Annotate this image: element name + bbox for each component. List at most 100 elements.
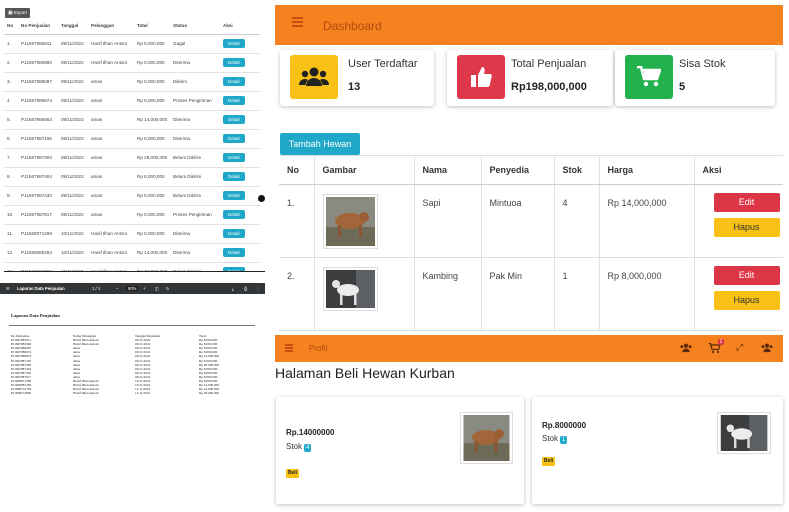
row-number: 2.: [279, 257, 314, 331]
table-cell: amas: [88, 91, 134, 111]
table-cell: 09/11/2022: [58, 186, 88, 206]
profile-header: Profil 1 ⤢: [275, 335, 783, 362]
zoom-level[interactable]: 80%: [126, 286, 139, 291]
detail-button[interactable]: Detail: [223, 115, 245, 124]
table-cell: PJ1667987195: [18, 129, 58, 149]
image-cell: [313, 257, 414, 331]
download-icon[interactable]: ⤓: [232, 286, 234, 291]
action-cell: Detail: [220, 72, 260, 92]
buy-button[interactable]: Beli: [286, 469, 300, 478]
stat-value: 13: [348, 81, 361, 93]
product-card: Rp.14000000 Stok 4 Beli: [276, 397, 524, 504]
animal-price: Rp 14,000,000: [598, 184, 694, 258]
pdf-table-row: PJ1668152800 Hanif Ilhan Antoni 11/11/2022…: [11, 391, 251, 395]
fullscreen-icon[interactable]: ⤢: [736, 342, 743, 353]
sales-table: No No Penjualan Tanggal Pelanggan Total …: [4, 18, 260, 272]
detail-button[interactable]: Detail: [223, 191, 245, 200]
users-icon[interactable]: [760, 343, 774, 353]
detail-button[interactable]: Detail: [223, 39, 245, 48]
table-cell: 09/11/2022: [58, 34, 88, 54]
action-cell: Detail: [220, 205, 260, 225]
table-cell: PJ1667986097: [18, 72, 58, 92]
table-cell: Rp 14,000,000: [134, 110, 170, 130]
edit-button[interactable]: Edit: [713, 193, 780, 212]
table-row: 8. PJ1667987404 09/11/2022 amas Rp 8,000,000…: [4, 167, 260, 187]
detail-button[interactable]: Detail: [223, 96, 245, 105]
table-cell: 10/11/2022: [58, 243, 88, 263]
detail-button[interactable]: Detail: [223, 77, 245, 86]
page-title: Profil: [309, 344, 328, 353]
table-cell: Hanif Ilhan Antoni: [88, 53, 134, 73]
table-cell: 09/11/2022: [58, 148, 88, 168]
table-cell: 2.: [4, 53, 18, 73]
more-icon[interactable]: ⋮: [256, 286, 260, 291]
stat-label: Total Penjualan: [511, 58, 587, 70]
column-header: Harga: [598, 155, 694, 185]
hamburger-menu-icon[interactable]: [285, 344, 293, 352]
hamburger-menu-icon[interactable]: [292, 17, 303, 27]
detail-button[interactable]: Detail: [223, 58, 245, 67]
column-header: Stok: [553, 155, 599, 185]
table-cell: PJ1667987404: [18, 167, 58, 187]
detail-button[interactable]: Detail: [223, 229, 245, 238]
pdf-page: Laporan Data Penjualan No Penjualan Nama…: [0, 294, 265, 512]
rotate-icon[interactable]: ↻: [166, 286, 170, 291]
table-cell: 1.: [4, 34, 18, 54]
column-header: Status: [170, 18, 220, 35]
cow-photo: [460, 412, 513, 464]
detail-button[interactable]: Detail: [223, 134, 245, 143]
table-cell: Belum Dikirim: [170, 167, 220, 187]
print-icon[interactable]: ⎙: [244, 286, 247, 291]
stat-value: Rp198,000,000: [511, 81, 587, 93]
add-animal-button[interactable]: Tambah Hewan: [280, 133, 360, 155]
table-cell: amas: [88, 72, 134, 92]
detail-button[interactable]: Detail: [223, 248, 245, 257]
column-header: No: [4, 18, 18, 35]
actions-cell: Edit Hapus: [693, 257, 783, 331]
table-cell: PJ1668152800: [11, 391, 32, 396]
table-cell: 09/11/2022: [58, 91, 88, 111]
column-header: Nama: [413, 155, 481, 185]
table-cell: Belum Dikirim: [170, 148, 220, 168]
table-cell: Rp 8,000,000: [134, 205, 170, 225]
document-icon: ▣: [8, 10, 13, 16]
animal-stock: 4: [553, 184, 599, 258]
animal-name: Sapi: [413, 184, 481, 258]
page-indicator[interactable]: 1 / 1: [92, 286, 100, 291]
zoom-out-icon[interactable]: –: [116, 286, 118, 291]
fit-page-icon[interactable]: ◫: [155, 286, 159, 291]
table-cell: 09/11/2022: [58, 129, 88, 149]
animal-stock: 1: [553, 257, 599, 331]
delete-button[interactable]: Hapus: [713, 291, 780, 310]
zoom-in-icon[interactable]: +: [143, 286, 145, 291]
table-cell: amas: [88, 148, 134, 168]
action-cell: Detail: [220, 110, 260, 130]
sales-table-header: No No Penjualan Tanggal Pelanggan Total …: [4, 18, 260, 35]
detail-button[interactable]: Detail: [223, 172, 245, 181]
column-header: Tanggal: [58, 18, 88, 35]
table-cell: amas: [88, 129, 134, 149]
users-icon[interactable]: [679, 343, 693, 353]
sales-report-panel: ▣ Export No No Penjualan Tanggal Pelangg…: [0, 0, 265, 272]
table-cell: 4.: [4, 91, 18, 111]
table-cell: 5.: [4, 110, 18, 130]
stock-badge: 1: [560, 436, 568, 444]
detail-button[interactable]: Detail: [223, 153, 245, 162]
table-cell: Rp 14,000,000: [134, 243, 170, 263]
table-cell: Hanif Ilhan Antoni: [88, 243, 134, 263]
delete-button[interactable]: Hapus: [713, 218, 780, 237]
animals-table: No Gambar Nama Penyedia Stok Harga Aksi …: [279, 155, 783, 331]
table-cell: 09/11/2022: [58, 110, 88, 130]
animal-provider: Pak Min: [480, 257, 554, 331]
detail-button[interactable]: Detail: [223, 210, 245, 219]
pdf-toolbar: ☰ Laporan Data Penjualan 1 / 1 – 80% + ◫…: [0, 283, 265, 294]
table-row: 1. Sapi Mintuoa 4 Rp 14,000,000 Edit Hap…: [279, 184, 783, 258]
table-cell: Proses Pengiriman: [170, 91, 220, 111]
table-cell: PJ1668085284: [18, 243, 58, 263]
action-cell: Detail: [220, 167, 260, 187]
menu-icon[interactable]: ☰: [6, 286, 10, 291]
table-cell: 10.: [4, 205, 18, 225]
buy-button[interactable]: Beli: [542, 457, 556, 466]
edit-button[interactable]: Edit: [713, 266, 780, 285]
export-button[interactable]: ▣ Export: [5, 8, 31, 18]
